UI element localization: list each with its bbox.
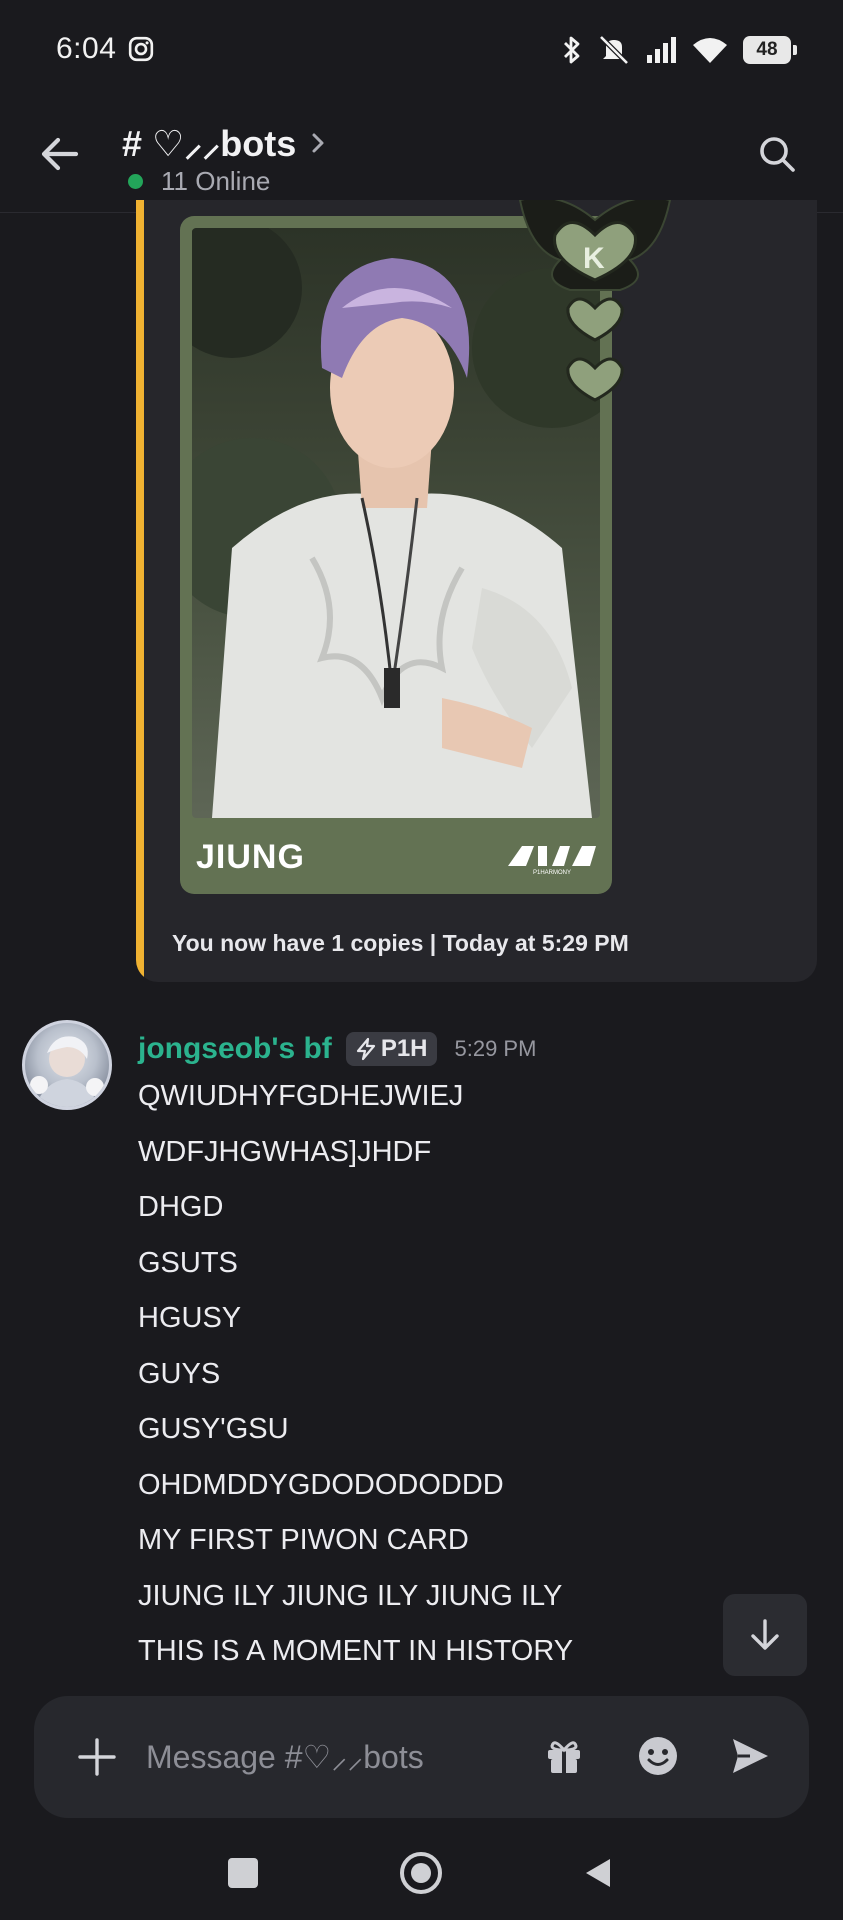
recents-button[interactable] [228,1858,258,1888]
back-arrow-icon[interactable] [36,130,84,178]
avatar-portrait [30,1036,104,1107]
message-line: GUSY'GSU [138,1413,289,1445]
chevron-right-icon [312,133,324,152]
mute-bell-icon [599,35,629,65]
heart-badge-decoration: K [518,200,672,402]
server-tag-label: P1H [380,1035,428,1062]
bot-embed: K JIUNG P1HARMONY You now have 1 copies … [136,200,817,982]
online-count: 11 Online [128,166,270,197]
message-line: GUYS [138,1357,221,1390]
server-tag[interactable]: P1H [345,1032,437,1066]
message-timestamp: 5:29 PM [454,1036,537,1061]
username[interactable]: jongseob's bf [138,1032,332,1066]
status-time: 6:04 [56,32,117,65]
bluetooth-icon [564,36,580,64]
message-line: WDFJHGWHAS]JHDF [138,1135,432,1168]
message-line: THIS IS A MOMENT IN HISTORY [138,1635,574,1667]
message-line: JIUNG ILY JIUNG ILY JIUNG ILY [138,1579,563,1612]
send-icon[interactable] [728,1734,772,1778]
instagram-icon [128,36,154,62]
signal-icon [647,37,676,63]
message-line: HGUSY [138,1302,242,1334]
message-line: OHDMDDYGDODODODDD [138,1468,504,1501]
photocard-name: JIUNG [196,838,305,876]
plus-icon[interactable] [76,1736,118,1778]
message-composer [34,1696,809,1818]
emoji-icon[interactable] [636,1734,680,1778]
discord-chat-screen: 6:04 48 # ♡⸝⸝bots 11 Online K JIUNG P1HA… [0,0,843,1920]
message-input[interactable] [146,1730,446,1784]
message-line: GSUTS [138,1246,238,1279]
online-status-dot [128,174,143,189]
arrow-down-icon [751,1619,779,1650]
card-badge-letter: K [583,242,605,275]
nav-back-icon[interactable] [582,1856,614,1890]
message-header: jongseob's bf P1H 5:29 PM [138,1032,536,1066]
channel-header: # ♡⸝⸝bots 11 Online [0,100,843,213]
gift-icon[interactable] [544,1736,584,1776]
photocard-image[interactable]: K JIUNG P1HARMONY [180,200,672,894]
lightning-icon [356,1037,375,1061]
message-line: QWIUDHYFGDHEJWIEJ [138,1080,464,1112]
message-line: DHGD [138,1191,224,1223]
channel-name: # ♡⸝⸝bots [122,123,297,164]
home-button[interactable] [400,1852,442,1894]
jump-to-latest-button[interactable] [723,1594,807,1676]
channel-title[interactable]: # ♡⸝⸝bots [122,118,328,167]
brand-logo-text: P1HARMONY [533,870,571,876]
system-nav-bar [0,1830,843,1920]
status-icons: 48 [561,32,797,68]
battery-indicator: 48 [743,36,797,64]
message-line: MY FIRST PIWON CARD [138,1524,469,1556]
search-icon[interactable] [755,132,799,176]
brand-logo: P1HARMONY [508,846,596,876]
user-avatar[interactable] [22,1020,112,1110]
wifi-icon [693,38,727,63]
status-bar: 6:04 48 [0,0,843,100]
online-text: 11 Online [161,166,271,196]
message-body: QWIUDHYFGDHEJWIEJ WDFJHGWHAS]JHDF DHGD G… [138,1078,573,1689]
embed-footer: You now have 1 copies | Today at 5:29 PM [172,930,629,956]
embed-accent-bar [136,200,144,982]
